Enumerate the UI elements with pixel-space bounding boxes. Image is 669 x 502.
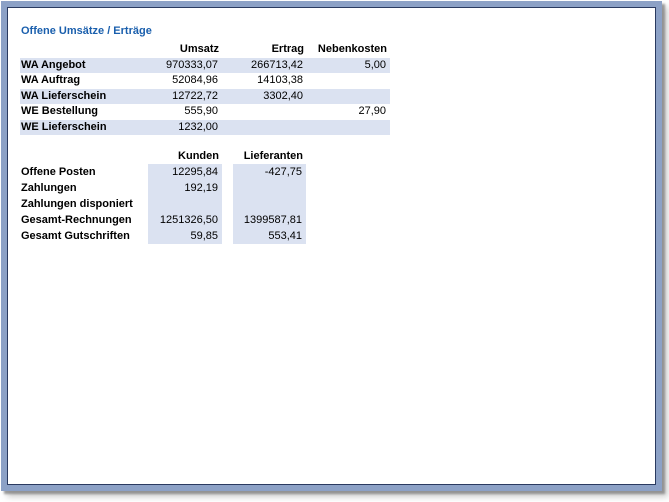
column-header-umsatz: Umsatz xyxy=(148,42,222,58)
page-title: Offene Umsätze / Erträge xyxy=(21,25,152,37)
cell-kunden xyxy=(148,196,222,212)
corner-spacer xyxy=(20,148,148,164)
row-label: Gesamt-Rechnungen xyxy=(20,212,148,228)
cell-umsatz: 555,90 xyxy=(148,104,222,120)
cell-lieferanten: 553,41 xyxy=(233,228,306,244)
cell-umsatz: 1232,00 xyxy=(148,120,222,136)
screen-canvas: Offene Umsätze / Erträge Umsatz Ertrag N… xyxy=(0,0,669,502)
cell-kunden: 192,19 xyxy=(148,180,222,196)
cell-ertrag xyxy=(222,104,307,120)
open-items-table: Kunden Lieferanten Offene Posten 12295,8… xyxy=(20,148,306,244)
report-window-content: Offene Umsätze / Erträge Umsatz Ertrag N… xyxy=(7,7,656,485)
cell-lieferanten: 1399587,81 xyxy=(233,212,306,228)
cell-kunden: 59,85 xyxy=(148,228,222,244)
cell-nebenkosten xyxy=(307,73,390,89)
row-label: WA Angebot xyxy=(20,58,148,74)
cell-lieferanten xyxy=(233,196,306,212)
column-header-nebenkosten: Nebenkosten xyxy=(307,42,390,58)
column-gap xyxy=(222,196,233,212)
row-label: Offene Posten xyxy=(20,164,148,180)
corner-spacer xyxy=(20,42,148,58)
cell-ertrag: 266713,42 xyxy=(222,58,307,74)
row-label: WA Auftrag xyxy=(20,73,148,89)
row-label: Zahlungen xyxy=(20,180,148,196)
cell-ertrag: 14103,38 xyxy=(222,73,307,89)
column-gap xyxy=(222,164,233,180)
cell-kunden: 12295,84 xyxy=(148,164,222,180)
cell-nebenkosten xyxy=(307,120,390,136)
row-label: Gesamt Gutschriften xyxy=(20,228,148,244)
cell-nebenkosten: 27,90 xyxy=(307,104,390,120)
column-gap xyxy=(222,228,233,244)
report-window: Offene Umsätze / Erträge Umsatz Ertrag N… xyxy=(1,1,662,491)
cell-kunden: 1251326,50 xyxy=(148,212,222,228)
column-header-kunden: Kunden xyxy=(148,148,222,164)
cell-lieferanten: -427,75 xyxy=(233,164,306,180)
row-label: WA Lieferschein xyxy=(20,89,148,105)
open-sales-table: Umsatz Ertrag Nebenkosten WA Angebot 970… xyxy=(20,42,390,135)
cell-ertrag: 3302,40 xyxy=(222,89,307,105)
column-gap xyxy=(222,148,233,164)
row-label: WE Lieferschein xyxy=(20,120,148,136)
row-label: WE Bestellung xyxy=(20,104,148,120)
cell-nebenkosten xyxy=(307,89,390,105)
cell-nebenkosten: 5,00 xyxy=(307,58,390,74)
column-header-lieferanten: Lieferanten xyxy=(233,148,306,164)
column-header-ertrag: Ertrag xyxy=(222,42,307,58)
cell-ertrag xyxy=(222,120,307,136)
cell-umsatz: 970333,07 xyxy=(148,58,222,74)
column-gap xyxy=(222,212,233,228)
column-gap xyxy=(222,180,233,196)
cell-lieferanten xyxy=(233,180,306,196)
cell-umsatz: 52084,96 xyxy=(148,73,222,89)
cell-umsatz: 12722,72 xyxy=(148,89,222,105)
row-label: Zahlungen disponiert xyxy=(20,196,148,212)
